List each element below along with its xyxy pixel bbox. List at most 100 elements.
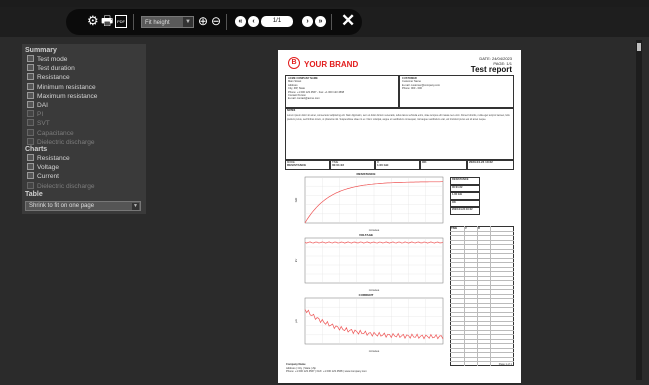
table-row <box>450 361 514 362</box>
table-row <box>450 352 514 353</box>
table-row <box>450 262 514 263</box>
side-summary-cell: OK <box>450 199 480 207</box>
toolbar-separator <box>331 14 332 30</box>
option-label: Resistance <box>37 155 70 162</box>
option-row[interactable]: Voltage <box>27 163 59 172</box>
option-checkbox[interactable] <box>27 55 34 62</box>
chart-ylabel: GΩ <box>294 197 298 202</box>
table-row <box>450 284 514 285</box>
option-checkbox[interactable] <box>27 101 34 108</box>
toolbar-separator <box>133 14 134 30</box>
table-row <box>450 266 514 267</box>
option-row[interactable]: PI <box>27 110 43 119</box>
table-row <box>450 235 514 236</box>
option-checkbox[interactable] <box>27 128 34 136</box>
table-row <box>450 311 514 312</box>
table-column-rule <box>490 226 491 366</box>
side-summary-value: 00:01:22 <box>452 185 463 189</box>
report-footer: Company Name Address | City | State | Zi… <box>286 363 367 374</box>
chart-xlabel: minutes <box>369 349 380 353</box>
option-checkbox[interactable] <box>27 91 34 99</box>
table-row <box>450 293 514 294</box>
table-header-cell: R <box>478 226 480 230</box>
option-label: Capacitance <box>37 129 74 137</box>
table-fit-value: Shrink to fit on one page <box>29 203 95 209</box>
chart-ylabel: kV <box>294 259 298 263</box>
table-row <box>450 316 514 317</box>
option-row[interactable]: SVT <box>27 119 50 128</box>
table-row <box>450 307 514 308</box>
charts-section-title: Charts <box>25 146 48 153</box>
option-row[interactable]: Test duration <box>27 64 75 73</box>
gear-icon[interactable]: ⚙ <box>87 14 99 28</box>
option-label: Resistance <box>37 74 70 82</box>
option-label: DAI <box>37 102 48 109</box>
table-row <box>450 280 514 281</box>
table-row <box>450 244 514 245</box>
table-header-cell: TIME <box>451 226 458 230</box>
zoom-select[interactable]: Fit height ▼ <box>141 16 194 28</box>
table-row <box>450 320 514 321</box>
table-row <box>450 329 514 330</box>
side-summary-value: RESISTANCE <box>452 178 469 181</box>
table-row <box>450 248 514 249</box>
table-row <box>450 253 514 254</box>
table-column-rule <box>464 226 465 366</box>
vertical-scrollbar[interactable] <box>636 40 642 380</box>
prev-page-icon[interactable]: ‹ <box>248 16 259 27</box>
footer-contact: Phone: +1 000 123 4567 | FAX: +1 000 123… <box>286 370 367 374</box>
option-row[interactable]: Test mode <box>27 55 67 64</box>
option-checkbox[interactable] <box>27 73 34 81</box>
report-page: B YOUR BRAND DATE: 24/04/2023 PAGE: 1/1 … <box>278 50 521 383</box>
table-row <box>450 338 514 339</box>
table-row <box>450 230 514 231</box>
table-row <box>450 257 514 258</box>
table-row <box>450 271 514 272</box>
option-row[interactable]: Dielectric discharge <box>27 181 95 191</box>
zoom-out-icon[interactable]: ⊖ <box>211 14 221 28</box>
close-icon[interactable]: ✕ <box>341 12 355 29</box>
last-page-icon[interactable]: » <box>315 16 326 27</box>
option-row[interactable]: Maximum resistance <box>27 91 98 101</box>
option-checkbox[interactable] <box>27 181 34 189</box>
option-row[interactable]: Resistance <box>27 154 70 163</box>
option-checkbox[interactable] <box>27 64 34 72</box>
option-label: Maximum resistance <box>37 92 98 100</box>
chevron-down-icon: ▼ <box>183 17 193 27</box>
chart-xlabel: minutes <box>369 288 380 292</box>
table-row <box>450 325 514 326</box>
zoom-in-icon[interactable]: ⊕ <box>198 14 208 28</box>
first-page-icon[interactable]: « <box>235 16 246 27</box>
table-row <box>450 347 514 348</box>
option-row[interactable]: Minimum resistance <box>27 82 96 92</box>
option-label: Test duration <box>37 65 75 73</box>
page-indicator[interactable]: 1/1 <box>261 16 293 27</box>
top-strip <box>0 0 649 7</box>
side-summary-cell: RESISTANCE <box>450 177 480 185</box>
scrollbar-thumb[interactable] <box>637 43 641 51</box>
table-fit-select[interactable]: Shrink to fit on one page ▼ <box>25 201 141 211</box>
option-row[interactable]: Capacitance <box>27 128 74 138</box>
table-section-title: Table <box>25 191 43 198</box>
pdf-icon[interactable]: PDF <box>115 15 127 28</box>
side-summary-cell: 1.00 GΩ <box>450 192 480 200</box>
zoom-value: Fit height <box>145 20 170 26</box>
option-checkbox[interactable] <box>27 137 34 145</box>
option-checkbox[interactable] <box>27 163 34 171</box>
chart-xlabel: minutes <box>369 228 380 232</box>
summary-section-title: Summary <box>25 47 57 54</box>
side-summary-cell: 2023-04-24 10:22 <box>450 207 480 215</box>
option-checkbox[interactable] <box>27 172 34 180</box>
option-checkbox[interactable] <box>27 110 34 118</box>
table-row <box>450 343 514 344</box>
option-checkbox[interactable] <box>27 119 34 127</box>
option-row[interactable]: Current <box>27 172 59 181</box>
table-row <box>450 356 514 357</box>
option-checkbox[interactable] <box>27 154 34 161</box>
option-row[interactable]: Resistance <box>27 73 70 82</box>
next-page-icon[interactable]: › <box>302 16 313 27</box>
table-row <box>450 239 514 240</box>
print-icon[interactable]: 🖶 <box>101 14 113 28</box>
option-row[interactable]: DAI <box>27 101 48 110</box>
option-checkbox[interactable] <box>27 82 34 90</box>
